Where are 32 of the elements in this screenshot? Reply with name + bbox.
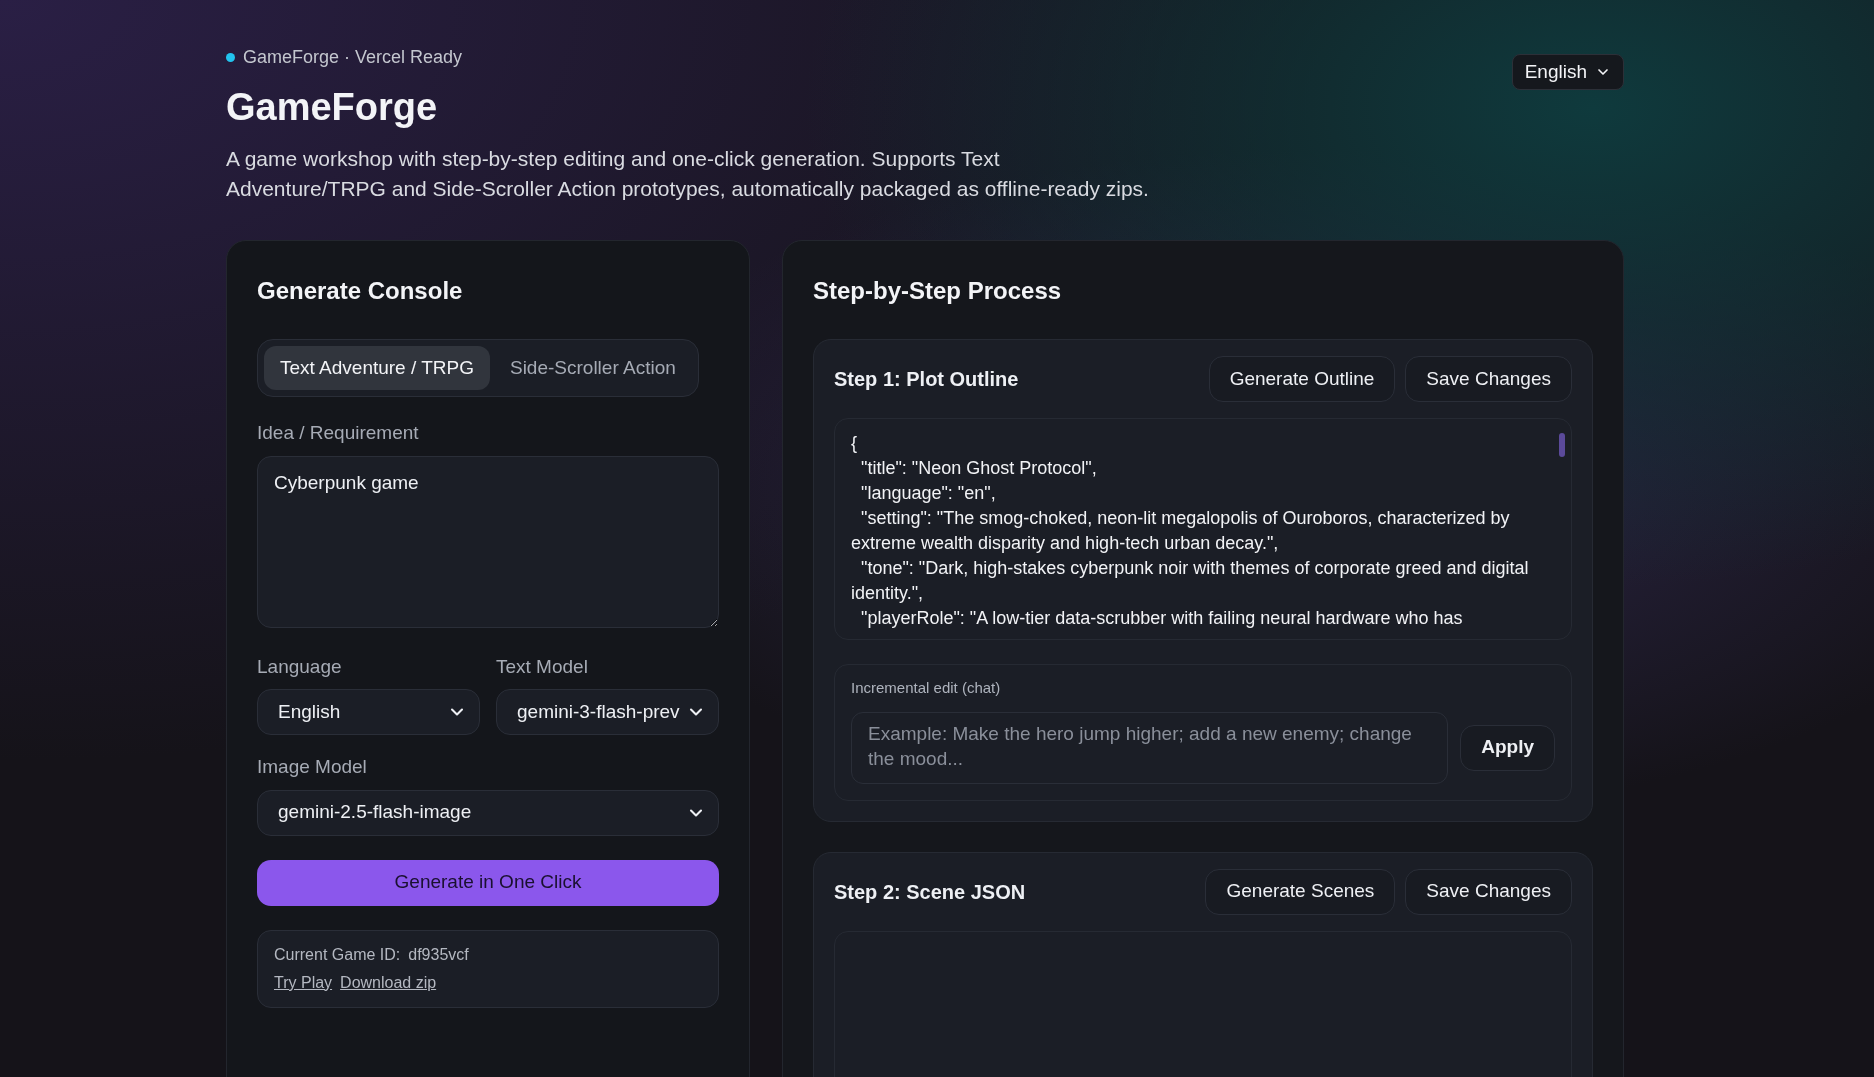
idea-input[interactable]: Cyberpunk game xyxy=(257,455,719,628)
step-button[interactable]: Save Changes xyxy=(1405,868,1572,915)
game-id-label: Current Game ID: xyxy=(274,944,401,965)
image-model-dropdown[interactable]: gemini-2.5-flash-image xyxy=(257,789,719,836)
panel-title: Generate Console xyxy=(257,276,464,306)
chat-label: Incremental edit (chat) xyxy=(851,678,1002,698)
field-label: Image Model xyxy=(257,755,368,779)
app-title: GameForge xyxy=(226,85,439,130)
scrollbar-thumb[interactable] xyxy=(1559,433,1565,457)
step-title: Step 2: Scene JSON xyxy=(834,879,1026,905)
apply-button[interactable]: Apply xyxy=(1460,724,1555,771)
text-link[interactable]: Try Play xyxy=(274,970,333,995)
panel-title: Step-by-Step Process xyxy=(813,276,1063,306)
mode-tab[interactable]: Side-Scroller Action xyxy=(493,346,692,390)
field-label: Language xyxy=(257,654,343,679)
text-link[interactable]: Download zip xyxy=(340,970,437,995)
generate-button[interactable]: Generate in One Click xyxy=(257,859,719,906)
step-button[interactable]: Generate Scenes xyxy=(1205,868,1396,915)
field-label: Text Model xyxy=(496,654,589,679)
language-dropdown[interactable]: English xyxy=(257,689,480,735)
badge-text: GameForge · Vercel Ready xyxy=(243,46,463,69)
field-label: Idea / Requirement xyxy=(257,421,420,445)
app-description: A game workshop with step-by-step editing and one-click generation. Supports Text Adventure/TRPG and Side-Scroller Action prototypes, automatically packaged as offline-ready zips. xyxy=(226,146,1150,202)
step-button[interactable]: Generate Outline xyxy=(1208,356,1396,402)
text-model-dropdown[interactable]: gemini-3-flash-prev xyxy=(496,689,719,735)
language-select[interactable]: English xyxy=(1511,54,1624,90)
mode-tab[interactable]: Text Adventure / TRPG xyxy=(264,346,490,390)
step-title: Step 1: Plot Outline xyxy=(834,367,1019,392)
step-button[interactable]: Save Changes xyxy=(1405,356,1572,402)
chat-input[interactable]: Example: Make the hero jump higher; add a new enemy; change the mood... xyxy=(851,711,1449,784)
game-id-value: df935vcf xyxy=(408,944,469,965)
json-editor[interactable]: { "title": "Neon Ghost Protocol", "language": "en", "setting": "The smog-choked, neon-lit megalopolis of Ouroboros, characterized by extreme wealth disparity and high-tech urban decay.", "tone": "Dark, high-stakes cyberpunk noir with themes of corporate greed and digital identity.", "playerRole": "A low-tier data-scrubber with failing neural hardware who has xyxy=(834,418,1572,640)
